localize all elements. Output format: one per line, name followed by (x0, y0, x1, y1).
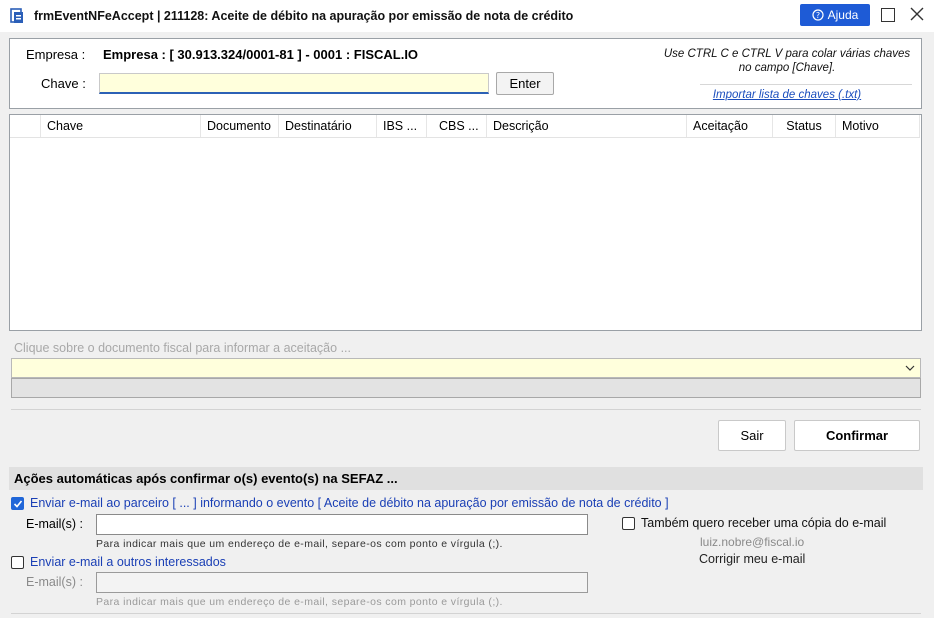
import-keys-link[interactable]: Importar lista de chaves (.txt) (660, 89, 914, 101)
empresa-label: Empresa : (26, 47, 86, 62)
paste-hint: Use CTRL C e CTRL V para colar várias ch… (663, 48, 911, 74)
chevron-down-icon[interactable] (905, 364, 915, 372)
help-label: Ajuda (827, 8, 859, 22)
help-icon: ? (812, 9, 824, 21)
send-others-email-checkbox[interactable] (11, 556, 24, 569)
column-motivo[interactable]: Motivo (836, 115, 920, 137)
acceptance-combo[interactable] (11, 358, 921, 378)
close-icon[interactable] (910, 7, 924, 21)
user-email: luiz.nobre@fiscal.io (700, 535, 805, 549)
column-destinatario[interactable]: Destinatário (279, 115, 377, 137)
change-email-link[interactable]: Corrigir meu e-mail (699, 552, 805, 566)
partner-email-hint: Para indicar mais que um endereço de e-m… (96, 538, 503, 550)
send-others-email-label[interactable]: Enviar e-mail a outros interessados (30, 555, 226, 569)
partner-email-label: E-mail(s) : (26, 517, 83, 531)
column-aceitacao[interactable]: Aceitação (687, 115, 773, 137)
others-email-label: E-mail(s) : (26, 575, 83, 589)
send-partner-email-checkbox[interactable] (11, 497, 24, 510)
window-title: frmEventNFeAccept | 211128: Aceite de dé… (34, 9, 574, 23)
divider (11, 613, 921, 614)
send-partner-email-label[interactable]: Enviar e-mail ao parceiro [ ... ] inform… (30, 496, 669, 510)
column-ibs[interactable]: IBS ... (377, 115, 427, 137)
column-cbs[interactable]: CBS ... (427, 115, 487, 137)
grid-header: Chave Documento Destinatário IBS ... CBS… (10, 115, 920, 138)
help-button[interactable]: ? Ajuda (800, 4, 870, 26)
receive-copy-label[interactable]: Também quero receber uma cópia do e-mail (641, 516, 886, 530)
svg-text:?: ? (816, 11, 820, 20)
acceptance-instruction: Clique sobre o documento fiscal para inf… (14, 341, 351, 355)
enter-button[interactable]: Enter (496, 72, 554, 95)
empresa-value: Empresa : [ 30.913.324/0001-81 ] - 0001 … (103, 47, 419, 62)
receive-copy-checkbox[interactable] (622, 517, 635, 530)
divider (11, 409, 921, 410)
app-icon (10, 8, 23, 23)
partner-email-input[interactable] (96, 514, 588, 535)
check-icon (13, 499, 22, 508)
chave-input[interactable] (99, 73, 489, 94)
sair-button[interactable]: Sair (718, 420, 786, 451)
chave-label: Chave : (41, 76, 86, 91)
automatic-actions-header: Ações automáticas após confirmar o(s) ev… (9, 467, 923, 490)
column-chave[interactable]: Chave (41, 115, 201, 137)
maximize-icon[interactable] (881, 8, 895, 22)
status-bar (11, 378, 921, 398)
grid-indicator-column (10, 115, 41, 137)
column-documento[interactable]: Documento (201, 115, 279, 137)
confirmar-button[interactable]: Confirmar (794, 420, 920, 451)
documents-grid[interactable] (9, 114, 922, 331)
hint-divider (700, 84, 912, 85)
column-descricao[interactable]: Descrição (487, 115, 687, 137)
column-status[interactable]: Status (773, 115, 836, 137)
others-email-hint: Para indicar mais que um endereço de e-m… (96, 596, 503, 608)
others-email-input (96, 572, 588, 593)
